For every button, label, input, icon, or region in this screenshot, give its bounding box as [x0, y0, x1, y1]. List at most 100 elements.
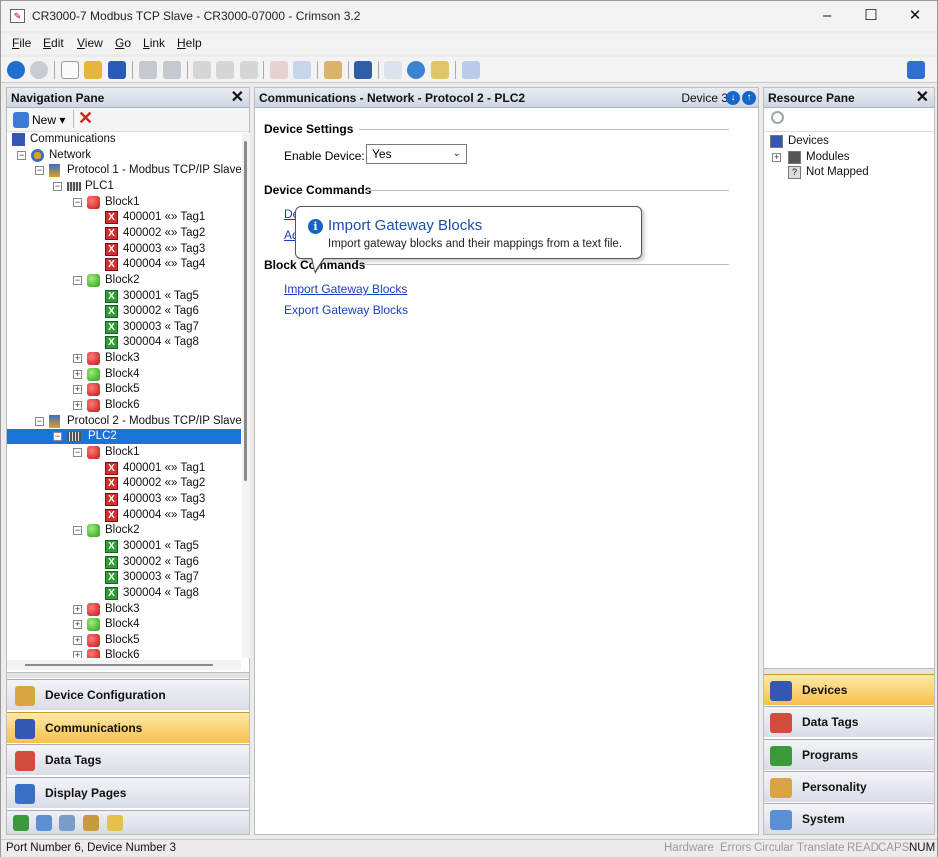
nav-category-data-tags[interactable]: Data Tags: [7, 744, 249, 775]
collapse-icon[interactable]: −: [73, 448, 82, 457]
expand-icon[interactable]: +: [73, 385, 82, 395]
tree-item[interactable]: X 400004 «» Tag4: [7, 508, 241, 523]
tree-item[interactable]: X 300003 « Tag7: [7, 320, 241, 335]
cut-icon[interactable]: [193, 61, 211, 79]
minimize-button[interactable]: –: [807, 5, 847, 27]
tree-item[interactable]: − Block1: [7, 195, 241, 210]
paste-icon[interactable]: [240, 61, 258, 79]
tree-horizontal-scrollbar[interactable]: [7, 660, 241, 670]
find-icon[interactable]: [293, 61, 311, 79]
delete-icon[interactable]: ✕: [78, 108, 93, 129]
monitor-icon[interactable]: [354, 61, 372, 79]
splitter[interactable]: [7, 672, 249, 678]
tree-item[interactable]: + Block3: [7, 602, 241, 617]
expand-icon[interactable]: +: [73, 369, 82, 379]
link-icon[interactable]: [324, 61, 342, 79]
tree-item[interactable]: − Protocol 2 - Modbus TCP/IP Slave: [7, 414, 241, 429]
collapse-icon[interactable]: −: [73, 526, 82, 536]
resource-category-personality[interactable]: Personality: [764, 770, 934, 802]
pages-mini-icon[interactable]: [59, 815, 75, 831]
arrow-up-icon[interactable]: ↑: [742, 91, 756, 105]
tags-mini-icon[interactable]: [36, 815, 52, 831]
tree-item[interactable]: − Network: [7, 148, 241, 163]
close-button[interactable]: ✕: [895, 5, 935, 27]
network-mini-icon[interactable]: [13, 815, 29, 831]
close-pane-icon[interactable]: ✕: [231, 88, 244, 108]
lock-icon[interactable]: [431, 61, 449, 79]
arrow-down-icon[interactable]: ↓: [726, 91, 740, 105]
expand-icon[interactable]: +: [73, 401, 82, 411]
tree-item[interactable]: X 400003 «» Tag3: [7, 492, 241, 507]
expand-icon[interactable]: +: [73, 635, 82, 645]
tree-item[interactable]: X 300002 « Tag6: [7, 304, 241, 319]
globe-icon[interactable]: [407, 61, 425, 79]
tree-item[interactable]: X 400003 «» Tag3: [7, 242, 241, 257]
resource-category-programs[interactable]: Programs: [764, 738, 934, 770]
forward-icon[interactable]: [30, 61, 48, 79]
programs-mini-icon[interactable]: [83, 815, 99, 831]
tree-item[interactable]: X 300002 « Tag6: [7, 555, 241, 570]
tree-item[interactable]: X 400004 «» Tag4: [7, 257, 241, 272]
tree-item[interactable]: X 300001 « Tag5: [7, 539, 241, 554]
send-icon[interactable]: [462, 61, 480, 79]
menu-go[interactable]: Go: [115, 36, 131, 50]
help-icon[interactable]: [907, 61, 925, 79]
tree-item[interactable]: + Block6: [7, 648, 241, 658]
tree-item[interactable]: X 400001 «» Tag1: [7, 210, 241, 225]
nav-category-display-pages[interactable]: Display Pages: [7, 776, 249, 808]
export-gateway-blocks-link[interactable]: Export Gateway Blocks: [284, 303, 408, 317]
tree-item[interactable]: X 300004 « Tag8: [7, 586, 241, 601]
resource-category-system[interactable]: System: [764, 803, 934, 835]
tree-item[interactable]: + Block6: [7, 398, 241, 413]
collapse-icon[interactable]: −: [17, 150, 26, 160]
collapse-icon[interactable]: −: [73, 197, 82, 207]
collapse-icon[interactable]: −: [35, 166, 44, 176]
tree-item[interactable]: + Block5: [7, 382, 241, 397]
resource-category-devices[interactable]: Devices: [764, 674, 934, 705]
tree-vertical-scrollbar[interactable]: [242, 133, 250, 658]
collapse-icon[interactable]: −: [73, 275, 82, 285]
collapse-icon[interactable]: −: [53, 432, 62, 442]
close-pane-icon[interactable]: ✕: [916, 88, 929, 108]
collapse-icon[interactable]: −: [53, 181, 62, 191]
tree-item[interactable]: + Block4: [7, 367, 241, 382]
tree-item[interactable]: + Block3: [7, 351, 241, 366]
tree-item[interactable]: X 400001 «» Tag1: [7, 461, 241, 476]
search-icon[interactable]: [771, 111, 784, 124]
tree-item[interactable]: X 400002 «» Tag2: [7, 476, 241, 491]
menu-view[interactable]: View: [77, 36, 103, 50]
copy-icon[interactable]: [216, 61, 234, 79]
redo-icon[interactable]: [163, 61, 181, 79]
tree-item[interactable]: X 300001 « Tag5: [7, 289, 241, 304]
expand-icon[interactable]: +: [73, 651, 82, 658]
new-item-icon[interactable]: [13, 112, 29, 128]
nav-category-communications[interactable]: Communications: [7, 711, 249, 743]
open-folder-icon[interactable]: [84, 61, 102, 79]
tree-item[interactable]: − Protocol 1 - Modbus TCP/IP Slave: [7, 163, 241, 178]
tree-item[interactable]: − Block1: [7, 445, 241, 460]
expand-icon[interactable]: +: [73, 620, 82, 630]
tree-item[interactable]: + Block4: [7, 617, 241, 632]
nav-category-device-configuration[interactable]: Device Configuration: [7, 679, 249, 710]
tree-item[interactable]: X 300004 « Tag8: [7, 335, 241, 350]
search-doc-icon[interactable]: [384, 61, 402, 79]
menu-edit[interactable]: Edit: [43, 36, 64, 50]
new-file-icon[interactable]: [61, 61, 79, 79]
menu-link[interactable]: Link: [143, 36, 165, 50]
expand-icon[interactable]: +: [73, 354, 82, 364]
menu-file[interactable]: File: [12, 36, 31, 50]
select-all-icon[interactable]: [270, 61, 288, 79]
maximize-button[interactable]: ☐: [851, 5, 891, 27]
resource-category-data-tags[interactable]: Data Tags: [764, 706, 934, 738]
tree-item[interactable]: + Block5: [7, 633, 241, 648]
tree-item[interactable]: Communications: [7, 133, 241, 147]
tree-item[interactable]: X 400002 «» Tag2: [7, 226, 241, 241]
tree-item[interactable]: X 300003 « Tag7: [7, 570, 241, 585]
import-gateway-blocks-link[interactable]: Import Gateway Blocks: [284, 282, 407, 296]
enable-device-select[interactable]: Yes ⌄: [366, 144, 467, 164]
tree-item[interactable]: − PLC1: [7, 179, 241, 194]
tree-item[interactable]: − Block2: [7, 523, 241, 538]
tree-item[interactable]: − PLC2: [7, 429, 241, 445]
collapse-icon[interactable]: −: [35, 416, 44, 426]
database-mini-icon[interactable]: [107, 815, 123, 831]
